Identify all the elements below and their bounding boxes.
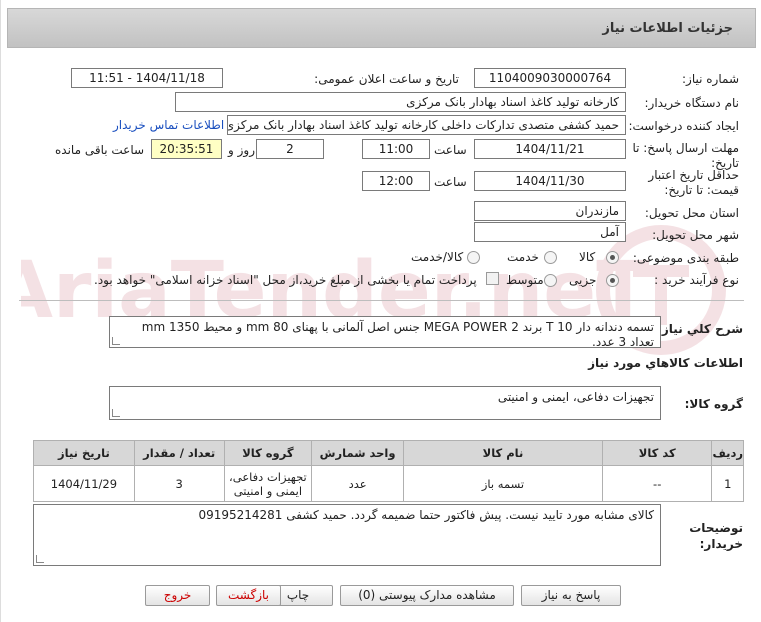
need-number-field[interactable]: 1104009030000764 — [474, 68, 626, 88]
divider — [19, 300, 744, 301]
price-validity-label: حداقل تاریخ اعتبار — [648, 168, 739, 182]
attachments-button[interactable]: مشاهده مدارک پیوستی (0) — [340, 585, 514, 606]
requester-label: ایجاد کننده درخواست: — [628, 119, 739, 133]
reply-deadline-days-field[interactable]: 2 — [256, 139, 324, 159]
goods-group-label: گروه کالا: — [684, 397, 743, 411]
goods-group-textarea[interactable]: تجهیزات دفاعی، ایمنی و امنیتی — [109, 386, 661, 420]
remaining-time-label: ساعت باقی مانده — [55, 143, 145, 157]
cell-name: تسمه باز — [402, 465, 603, 502]
city-field[interactable]: آمل — [474, 222, 626, 242]
reply-button[interactable]: پاسخ به نیاز — [521, 585, 621, 606]
category-option-service: خدمت — [507, 250, 539, 264]
process-option-medium: متوسط — [506, 273, 544, 287]
buyer-contact-link[interactable]: اطلاعات تماس خریدار — [113, 118, 224, 132]
province-label: استان محل تحویل: — [644, 206, 739, 220]
cell-group: تجهیزات دفاعی، ایمنی و امنیتی — [223, 465, 313, 502]
cell-row: 1 — [711, 465, 744, 502]
resize-handle-icon[interactable] — [112, 409, 120, 417]
treasury-checkbox[interactable] — [486, 272, 499, 285]
cell-code: -- — [601, 465, 713, 502]
category-option-goods: کالا — [579, 250, 596, 264]
description-textarea[interactable]: تسمه دندانه دار T 10 برند MEGA POWER 2 ج… — [109, 316, 661, 348]
purchase-process-label: نوع فرآیند خرید : — [654, 273, 739, 287]
buyer-notes-label-2: خریدار: — [699, 537, 743, 551]
cell-group-line1: تجهیزات دفاعی، — [229, 469, 307, 484]
page: AriaTender.neT جزئیات اطلاعات نیاز شماره… — [0, 0, 761, 622]
cell-group-line2: ایمنی و امنیتی — [233, 483, 303, 498]
announce-datetime-field[interactable]: 1404/11/18 - 11:51 — [71, 68, 223, 88]
resize-handle-icon[interactable] — [36, 555, 44, 563]
col-header-row: ردیف — [711, 440, 744, 466]
price-validity-date-field[interactable]: 1404/11/30 — [474, 171, 626, 191]
col-header-unit: واحد شمارش — [311, 440, 404, 466]
city-label: شهر محل تحویل: — [652, 228, 739, 242]
process-option-minor: جزیی — [569, 273, 597, 287]
description-text: تسمه دندانه دار T 10 برند MEGA POWER 2 ج… — [141, 320, 654, 348]
table-row[interactable]: 1 -- تسمه باز عدد تجهیزات دفاعی، ایمنی و… — [33, 465, 744, 502]
reply-deadline-days-label: روز و — [228, 143, 255, 157]
price-validity-label-2: قیمت: تا تاریخ: — [664, 183, 739, 197]
buyer-org-label: نام دستگاه خریدار: — [644, 96, 740, 110]
cell-date: 1404/11/29 — [33, 465, 135, 502]
price-validity-time-label: ساعت — [434, 175, 467, 189]
back-button[interactable]: بازگشت — [216, 585, 281, 606]
resize-handle-icon[interactable] — [112, 337, 120, 345]
reply-deadline-date-field[interactable]: 1404/11/21 — [474, 139, 626, 159]
col-header-code: کد کالا — [601, 440, 713, 466]
requester-field[interactable]: حمید کشفی متصدی تدارکات داخلی کارخانه تو… — [227, 115, 626, 135]
category-radio-service[interactable] — [544, 251, 557, 264]
reply-deadline-time-field[interactable]: 11:00 — [362, 139, 430, 159]
buyer-notes-text: کالای مشابه مورد تایید نیست. پیش فاکتور … — [198, 508, 654, 522]
col-header-qty: تعداد / مقدار — [133, 440, 225, 466]
goods-section-title: اطلاعات کالاهاي مورد نياز — [588, 356, 743, 370]
cell-qty: 3 — [133, 465, 225, 502]
treasury-text: پرداخت تمام یا بخشی از مبلغ خرید،از محل … — [94, 273, 477, 287]
page-header: جزئیات اطلاعات نیاز — [7, 8, 756, 48]
province-field[interactable]: مازندران — [474, 201, 626, 221]
col-header-name: نام کالا — [402, 440, 603, 466]
category-radio-goods[interactable] — [606, 251, 619, 264]
goods-group-text: تجهیزات دفاعی، ایمنی و امنیتی — [497, 390, 654, 404]
buyer-notes-textarea[interactable]: کالای مشابه مورد تایید نیست. پیش فاکتور … — [33, 504, 661, 566]
reply-deadline-time-label: ساعت — [434, 143, 467, 157]
page-title: جزئیات اطلاعات نیاز — [602, 21, 733, 36]
price-validity-time-field[interactable]: 12:00 — [362, 171, 430, 191]
description-label: شرح کلي نياز: — [657, 322, 743, 336]
category-label: طبقه بندی موضوعی: — [632, 251, 739, 265]
remaining-time-field: 20:35:51 — [151, 139, 222, 159]
cell-unit: عدد — [311, 465, 404, 502]
table-header-row: ردیف کد کالا نام کالا واحد شمارش گروه کا… — [33, 440, 744, 466]
process-radio-medium[interactable] — [544, 274, 557, 287]
goods-table: ردیف کد کالا نام کالا واحد شمارش گروه کا… — [33, 440, 744, 502]
process-radio-minor[interactable] — [606, 274, 619, 287]
category-radio-goods-service[interactable] — [467, 251, 480, 264]
buyer-notes-label: توضیحات — [689, 521, 743, 535]
category-option-goods-service: کالا/خدمت — [411, 250, 464, 264]
reply-deadline-label: مهلت ارسال پاسخ: تا — [632, 141, 739, 155]
exit-button[interactable]: خروج — [145, 585, 210, 606]
need-number-label: شماره نیاز: — [682, 72, 739, 86]
col-header-date: تاریخ نیاز — [33, 440, 135, 466]
buyer-org-field[interactable]: کارخانه تولید کاغذ اسناد بهادار بانک مرک… — [175, 92, 626, 112]
announce-datetime-label: تاریخ و ساعت اعلان عمومی: — [314, 72, 459, 86]
col-header-group: گروه کالا — [223, 440, 313, 466]
